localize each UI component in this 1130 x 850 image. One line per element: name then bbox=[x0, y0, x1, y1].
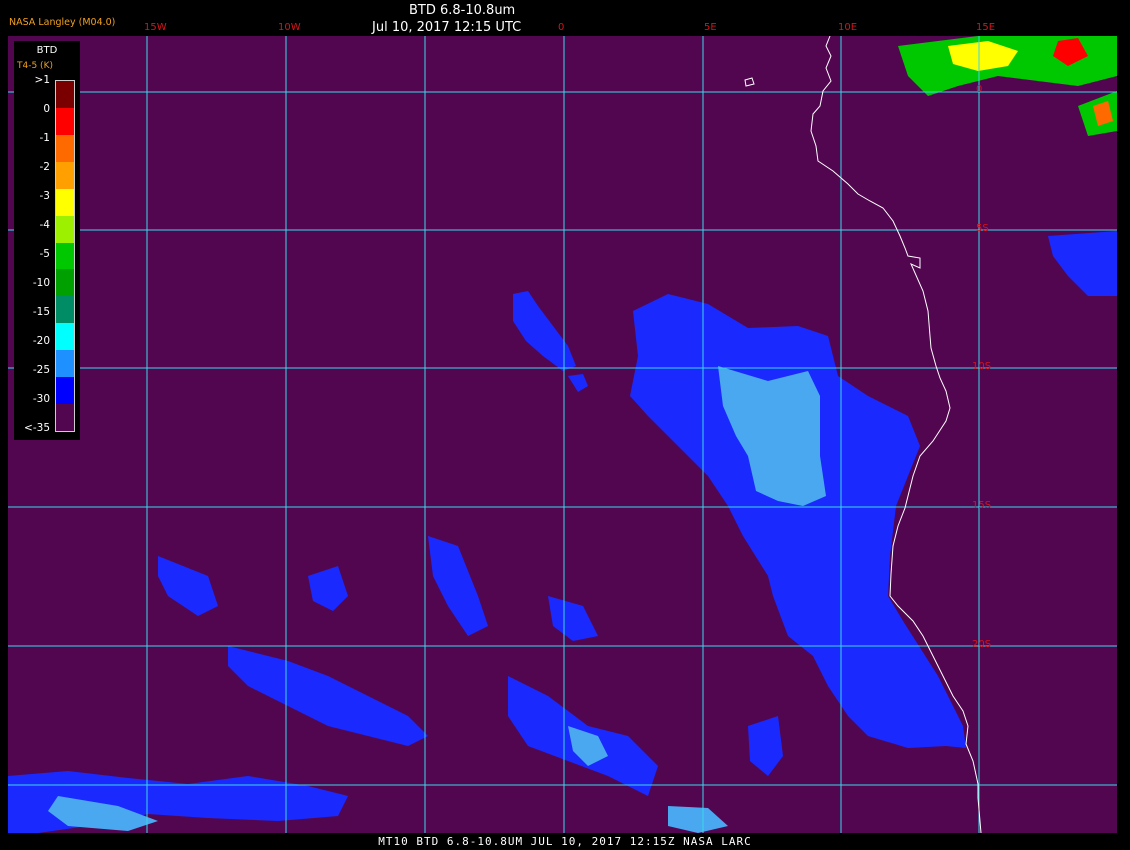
cloud-patch bbox=[158, 556, 218, 616]
legend-tick-label: -25 bbox=[32, 364, 50, 376]
legend-tick-label: -2 bbox=[39, 161, 50, 173]
cloud-patch bbox=[428, 536, 488, 636]
legend-swatch bbox=[56, 81, 74, 109]
legend-tick-label: -10 bbox=[32, 277, 50, 289]
lat-label-10s: 10S bbox=[972, 361, 992, 372]
legend-swatch bbox=[56, 107, 74, 136]
legend-tick-label: -15 bbox=[32, 306, 50, 318]
lat-label-0: 0 bbox=[976, 84, 983, 95]
legend-swatch bbox=[56, 134, 74, 163]
legend-swatch bbox=[56, 377, 74, 405]
lat-label-20s: 20S bbox=[972, 639, 992, 650]
legend-tick-label: -5 bbox=[39, 248, 50, 260]
lon-label-0: 0 bbox=[558, 22, 565, 33]
cloud-patch bbox=[568, 374, 588, 392]
cloud-patch-east bbox=[1048, 231, 1117, 296]
cloud-features bbox=[8, 36, 1117, 833]
lon-label-10w: 10W bbox=[278, 22, 301, 33]
legend-tick-label: -4 bbox=[39, 219, 50, 231]
legend-tick-label: -1 bbox=[39, 132, 50, 144]
cloud-patch bbox=[748, 716, 783, 776]
legend-swatch bbox=[56, 323, 74, 351]
cloud-band-south bbox=[228, 646, 428, 746]
legend-tick-label: -3 bbox=[39, 190, 50, 202]
legend-swatch bbox=[56, 296, 74, 324]
color-legend: BTD T4-5 (K) >1 0 -1 -2 -3 -4 -5 -10 -15 -20 -25 -3… bbox=[14, 41, 80, 440]
legend-title: BTD bbox=[36, 45, 58, 56]
product-title: BTD 6.8-10.8um bbox=[409, 3, 516, 18]
legend-tick-label: -20 bbox=[32, 335, 50, 347]
map-canvas bbox=[8, 36, 1117, 833]
lon-label-15e: 15E bbox=[976, 22, 996, 33]
cloud-patch bbox=[548, 596, 598, 641]
island-outline bbox=[744, 77, 755, 87]
legend-swatch bbox=[56, 161, 74, 190]
legend-tick-label: <-35 bbox=[24, 422, 50, 434]
agency-label: NASA Langley (M04.0) bbox=[9, 17, 116, 28]
legend-swatch bbox=[56, 350, 74, 378]
lon-label-5e: 5E bbox=[704, 22, 717, 33]
legend-colorbar bbox=[55, 80, 75, 432]
footer-caption: MT10 BTD 6.8-10.8UM JUL 10, 2017 12:15Z … bbox=[378, 835, 752, 848]
legend-swatch bbox=[56, 215, 74, 244]
legend-tick-label: >1 bbox=[34, 74, 50, 86]
lat-label-5s: 5S bbox=[976, 223, 989, 234]
cloud-patch bbox=[308, 566, 348, 611]
legend-tick-label: 0 bbox=[43, 103, 50, 115]
legend-swatch bbox=[56, 404, 74, 432]
cloud-plume-main bbox=[630, 294, 966, 748]
legend-tick-label: -30 bbox=[32, 393, 50, 405]
legend-swatch bbox=[56, 188, 74, 217]
lon-label-10e: 10E bbox=[838, 22, 858, 33]
legend-units: T4-5 (K) bbox=[17, 61, 53, 71]
lat-label-15s: 15S bbox=[972, 500, 992, 511]
map-area bbox=[8, 36, 1117, 833]
legend-swatch bbox=[56, 242, 74, 270]
cloud-patch bbox=[513, 291, 576, 371]
datetime-label: Jul 10, 2017 12:15 UTC bbox=[372, 20, 522, 35]
legend-swatch bbox=[56, 269, 74, 297]
cloud-light-patch bbox=[668, 806, 728, 833]
lon-label-15w: 15W bbox=[144, 22, 167, 33]
